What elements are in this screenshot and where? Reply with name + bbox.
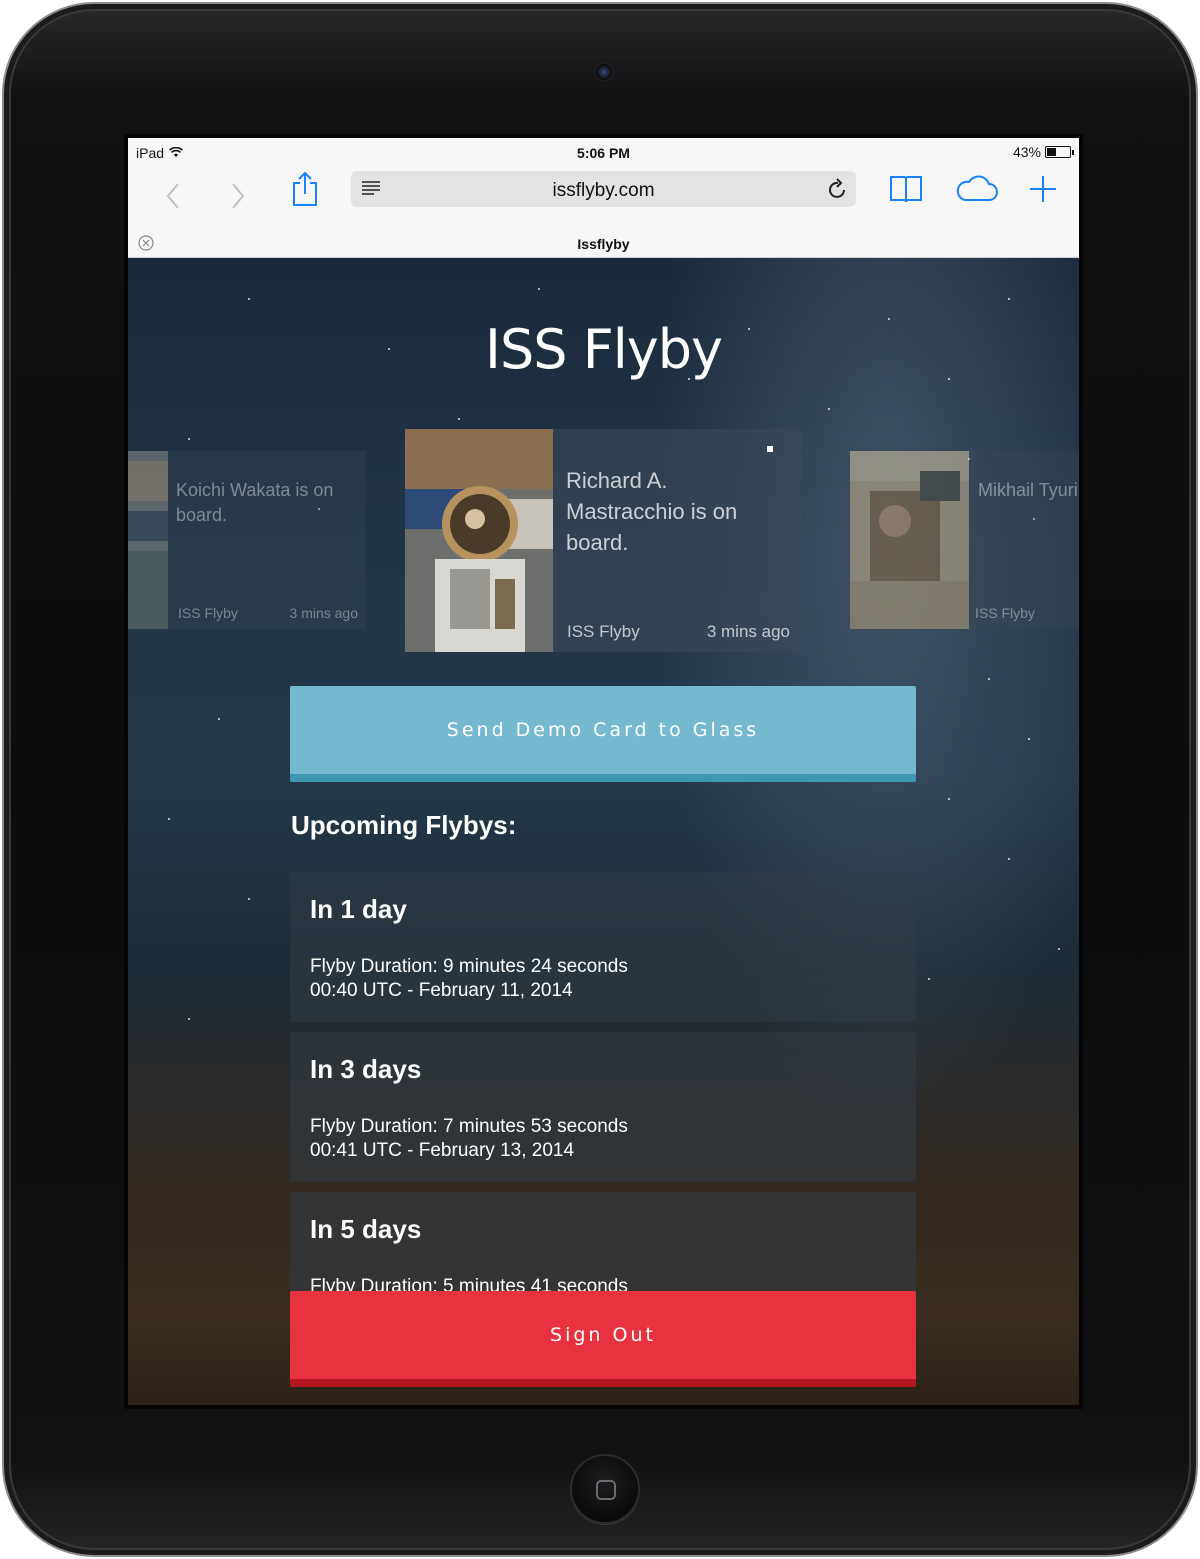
card-source: ISS Flyby xyxy=(567,622,640,641)
book-icon[interactable] xyxy=(886,169,926,209)
battery-icon xyxy=(1045,146,1074,158)
card-timestamp: 3 mins ago xyxy=(706,622,790,641)
cloud-icon[interactable] xyxy=(954,169,1000,209)
upcoming-flybys-heading: Upcoming Flybys: xyxy=(291,810,517,840)
status-time: 5:06 PM xyxy=(577,145,630,161)
chevron-left-icon[interactable] xyxy=(153,176,193,216)
card-text: Koichi Wakata is on board. xyxy=(176,480,334,525)
glass-card[interactable]: Mikhail Tyurin is on board. ISS Flyby xyxy=(850,451,1079,629)
card-timestamp: 3 mins ago xyxy=(289,605,358,621)
sign-out-button[interactable]: Sign Out xyxy=(290,1291,916,1387)
astronaut-photo xyxy=(405,429,553,652)
flyby-item: In 3 days Flyby Duration: 7 minutes 53 s… xyxy=(290,1032,916,1182)
flyby-time: 00:41 UTC - February 13, 2014 xyxy=(310,1140,575,1161)
status-bar: iPad 5:06 PM 43% xyxy=(128,138,1079,166)
send-demo-card-button[interactable]: Send Demo Card to Glass xyxy=(290,686,916,782)
chevron-right-icon[interactable] xyxy=(218,176,258,216)
flyby-title: In 3 days xyxy=(310,1054,422,1084)
flyby-time: 00:40 UTC - February 11, 2014 xyxy=(310,980,573,1001)
battery-percent: 43% xyxy=(1012,144,1041,160)
card-text: Richard A. Mastracchio is on board. xyxy=(566,468,738,555)
browser-toolbar: issflyby.com xyxy=(128,166,1079,228)
astronaut-photo xyxy=(128,451,168,629)
card-text: Mikhail Tyurin is on board. xyxy=(978,480,1079,500)
share-icon[interactable] xyxy=(285,169,325,209)
flyby-item: In 1 day Flyby Duration: 9 minutes 24 se… xyxy=(290,872,916,1022)
glass-card-active[interactable]: Richard A. Mastracchio is on board. ISS … xyxy=(405,429,802,652)
astronaut-photo xyxy=(850,451,969,629)
app-title: ISS Flyby xyxy=(485,318,723,381)
address-bar[interactable]: issflyby.com xyxy=(351,171,856,207)
glass-card[interactable]: Koichi Wakata is on board. ISS Flyby 3 m… xyxy=(128,451,366,629)
plus-icon[interactable] xyxy=(1023,169,1063,209)
home-square-icon xyxy=(596,1480,616,1500)
home-button[interactable] xyxy=(570,1454,640,1524)
front-camera xyxy=(595,63,613,81)
flyby-duration: Flyby Duration: 9 minutes 24 seconds xyxy=(310,956,628,977)
card-source: ISS Flyby xyxy=(178,605,238,621)
reload-icon[interactable] xyxy=(828,178,848,205)
url-text: issflyby.com xyxy=(552,180,655,201)
tab-title[interactable]: Issflyby xyxy=(128,236,1079,252)
tab-bar: Issflyby xyxy=(128,228,1079,258)
card-indicator-dot xyxy=(767,446,773,452)
page-content: ISS Flyby Koichi Wakata is on board. ISS… xyxy=(128,258,1079,1405)
flyby-title: In 1 day xyxy=(310,894,407,924)
flyby-duration: Flyby Duration: 7 minutes 53 seconds xyxy=(310,1116,628,1137)
flyby-list: In 1 day Flyby Duration: 9 minutes 24 se… xyxy=(290,872,916,1352)
card-source: ISS Flyby xyxy=(975,605,1035,621)
flyby-title: In 5 days xyxy=(310,1214,422,1244)
screen: iPad 5:06 PM 43% issflyby.com Issflyby I… xyxy=(124,134,1083,1409)
